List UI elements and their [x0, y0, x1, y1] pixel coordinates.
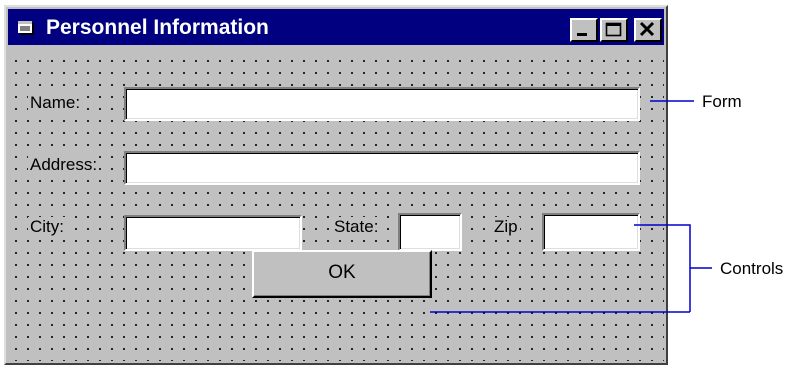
zip-textbox[interactable] — [542, 213, 640, 251]
city-textbox[interactable] — [124, 215, 302, 251]
state-label: State: — [332, 217, 381, 237]
form-callout-label: Form — [702, 92, 742, 111]
name-label: Name: — [28, 93, 83, 113]
controls-callout-label: Controls — [720, 259, 784, 278]
maximize-icon — [605, 22, 622, 37]
maximize-button[interactable] — [600, 18, 628, 42]
close-button[interactable] — [634, 18, 662, 42]
minimize-icon — [577, 33, 587, 36]
minimize-button[interactable] — [570, 18, 598, 42]
city-label: City: — [28, 217, 66, 237]
window-title: Personnel Information — [46, 16, 269, 39]
zip-label: Zip — [492, 217, 520, 237]
close-icon — [639, 21, 655, 37]
personnel-information-window: Personnel Information Name: Address: Cit… — [4, 5, 668, 365]
name-textbox[interactable] — [124, 87, 640, 121]
state-textbox[interactable] — [398, 213, 462, 251]
address-label: Address: — [28, 155, 100, 175]
form-design-area: Name: Address: City: State: Zip — [8, 51, 664, 361]
title-bar[interactable]: Personnel Information — [8, 9, 664, 45]
address-textbox[interactable] — [124, 151, 640, 185]
form-icon — [18, 21, 34, 35]
ok-button[interactable]: OK — [252, 250, 432, 298]
